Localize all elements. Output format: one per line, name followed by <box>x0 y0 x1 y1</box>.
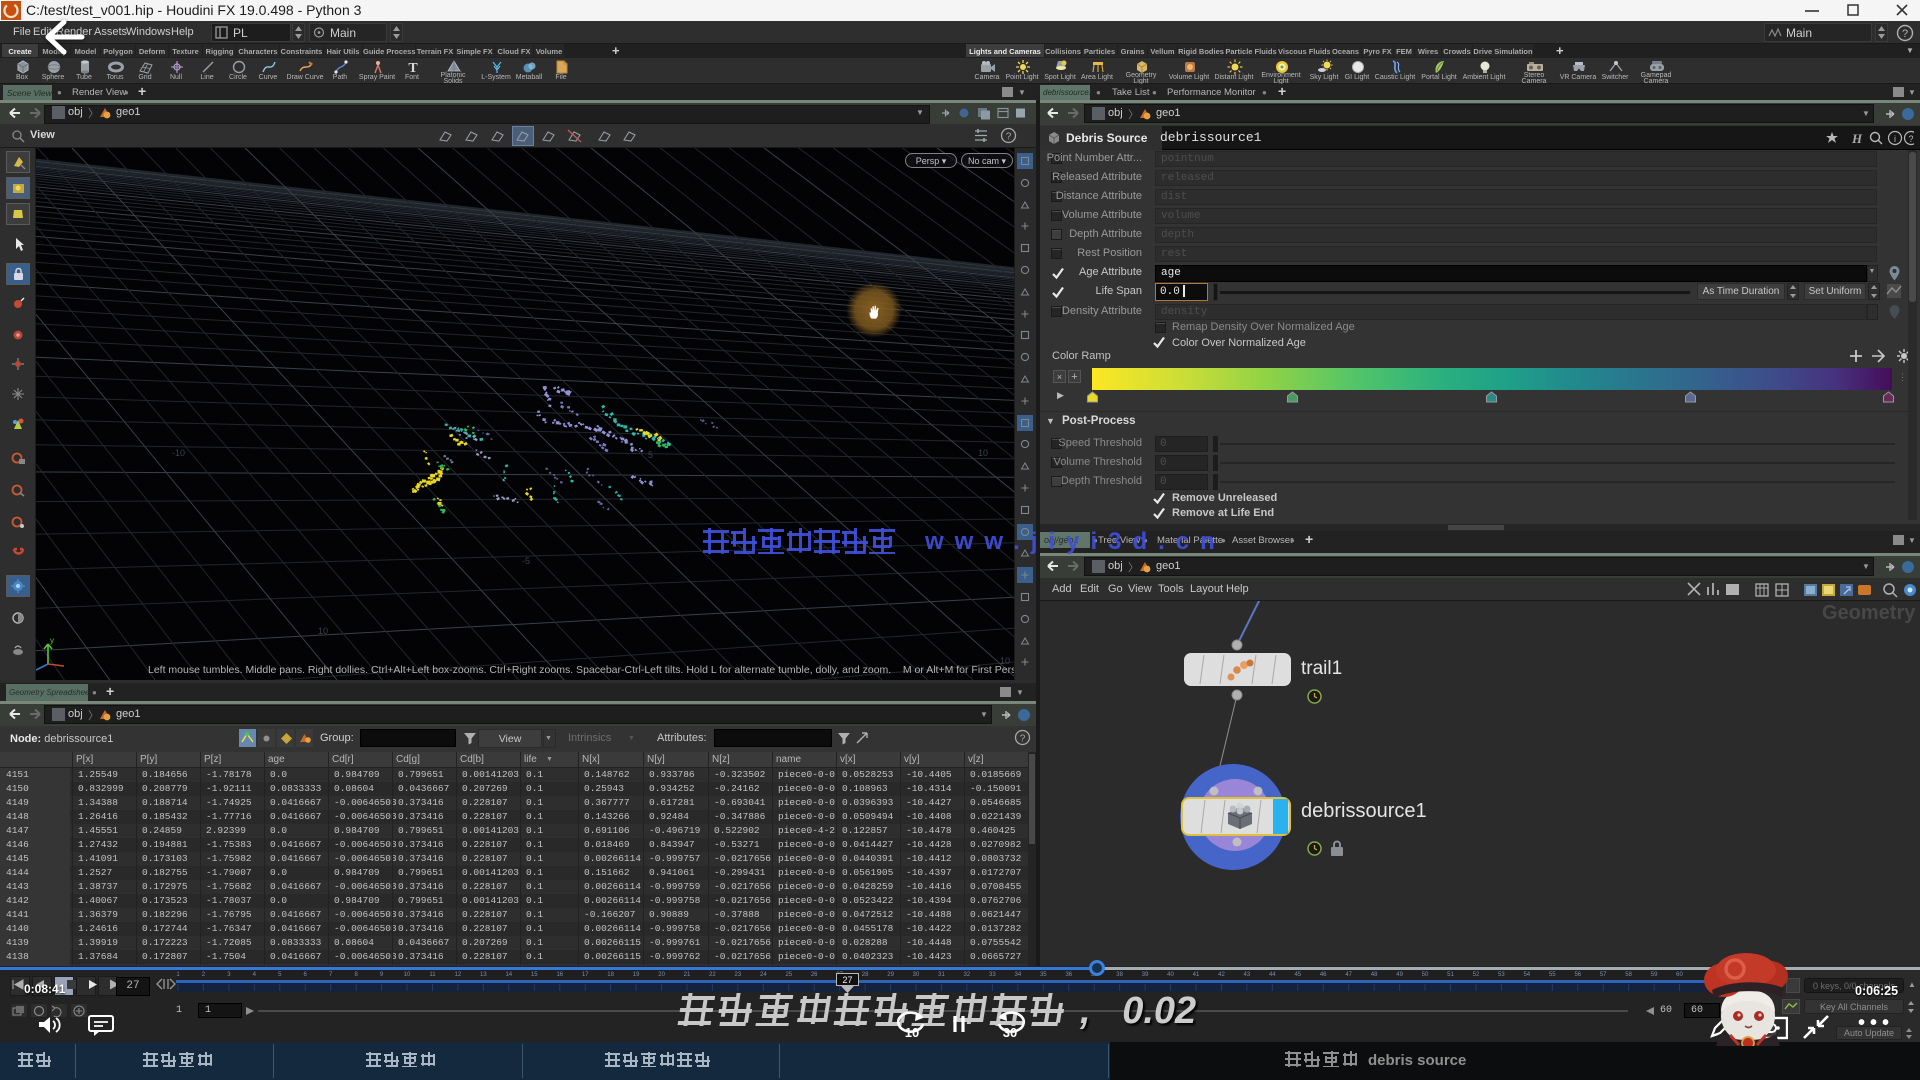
svg-text:54: 54 <box>1523 972 1530 978</box>
svg-text:11: 11 <box>429 972 436 978</box>
svg-text:23: 23 <box>735 972 742 978</box>
svg-text:12: 12 <box>455 972 462 978</box>
svg-text:43: 43 <box>1244 972 1251 978</box>
svg-text:39: 39 <box>1142 972 1149 978</box>
svg-text:19: 19 <box>633 972 640 978</box>
svg-text:41: 41 <box>1193 972 1200 978</box>
svg-text:10: 10 <box>905 1025 919 1040</box>
svg-text:16: 16 <box>556 972 563 978</box>
svg-text:32: 32 <box>964 972 971 978</box>
svg-text:i: i <box>1894 134 1896 144</box>
svg-text:17: 17 <box>582 972 589 978</box>
svg-text:y: y <box>50 636 54 645</box>
svg-text:14: 14 <box>505 972 512 978</box>
svg-text:5: 5 <box>278 972 282 978</box>
svg-text:22: 22 <box>709 972 716 978</box>
svg-text:50: 50 <box>1422 972 1429 978</box>
svg-text:2: 2 <box>202 972 206 978</box>
svg-text:?: ? <box>1908 134 1913 144</box>
svg-text:48: 48 <box>1371 972 1378 978</box>
svg-text:?: ? <box>1006 132 1012 143</box>
svg-text:44: 44 <box>1269 972 1276 978</box>
svg-text:24: 24 <box>760 972 767 978</box>
svg-text:18: 18 <box>607 972 614 978</box>
svg-text:6: 6 <box>304 972 308 978</box>
svg-text:59: 59 <box>1651 972 1658 978</box>
svg-text:56: 56 <box>1574 972 1581 978</box>
svg-text:15: 15 <box>531 972 538 978</box>
svg-text:13: 13 <box>480 972 487 978</box>
svg-text:4: 4 <box>253 972 257 978</box>
svg-text:49: 49 <box>1396 972 1403 978</box>
svg-text:28: 28 <box>862 972 869 978</box>
svg-text:33: 33 <box>989 972 996 978</box>
svg-text:52: 52 <box>1473 972 1480 978</box>
svg-text:10: 10 <box>404 972 411 978</box>
svg-text:25: 25 <box>785 972 792 978</box>
svg-text:55: 55 <box>1549 972 1556 978</box>
svg-text:40: 40 <box>1167 972 1174 978</box>
svg-text:3: 3 <box>227 972 231 978</box>
svg-text:30: 30 <box>1003 1025 1017 1040</box>
svg-text:29: 29 <box>887 972 894 978</box>
svg-text:20: 20 <box>658 972 665 978</box>
svg-text:46: 46 <box>1320 972 1327 978</box>
svg-text:51: 51 <box>1447 972 1454 978</box>
svg-text:26: 26 <box>811 972 818 978</box>
svg-text:21: 21 <box>684 972 691 978</box>
svg-text:7: 7 <box>329 972 333 978</box>
svg-text:53: 53 <box>1498 972 1505 978</box>
svg-text:45: 45 <box>1294 972 1301 978</box>
svg-text:31: 31 <box>938 972 945 978</box>
svg-text:30: 30 <box>913 972 920 978</box>
svg-text:34: 34 <box>1015 972 1022 978</box>
svg-text:1: 1 <box>176 972 180 978</box>
svg-text:9: 9 <box>380 972 384 978</box>
svg-text:36: 36 <box>1065 972 1072 978</box>
svg-text:47: 47 <box>1345 972 1352 978</box>
svg-text:35: 35 <box>1040 972 1047 978</box>
svg-text:H: H <box>1851 131 1863 146</box>
svg-text:60: 60 <box>1676 972 1683 978</box>
svg-text:T: T <box>408 61 418 75</box>
svg-text:58: 58 <box>1625 972 1632 978</box>
svg-text:?: ? <box>1902 28 1908 40</box>
svg-text:57: 57 <box>1600 972 1607 978</box>
svg-text:?: ? <box>1020 734 1026 745</box>
svg-text:38: 38 <box>1116 972 1123 978</box>
svg-text:8: 8 <box>355 972 359 978</box>
svg-text:42: 42 <box>1218 972 1225 978</box>
